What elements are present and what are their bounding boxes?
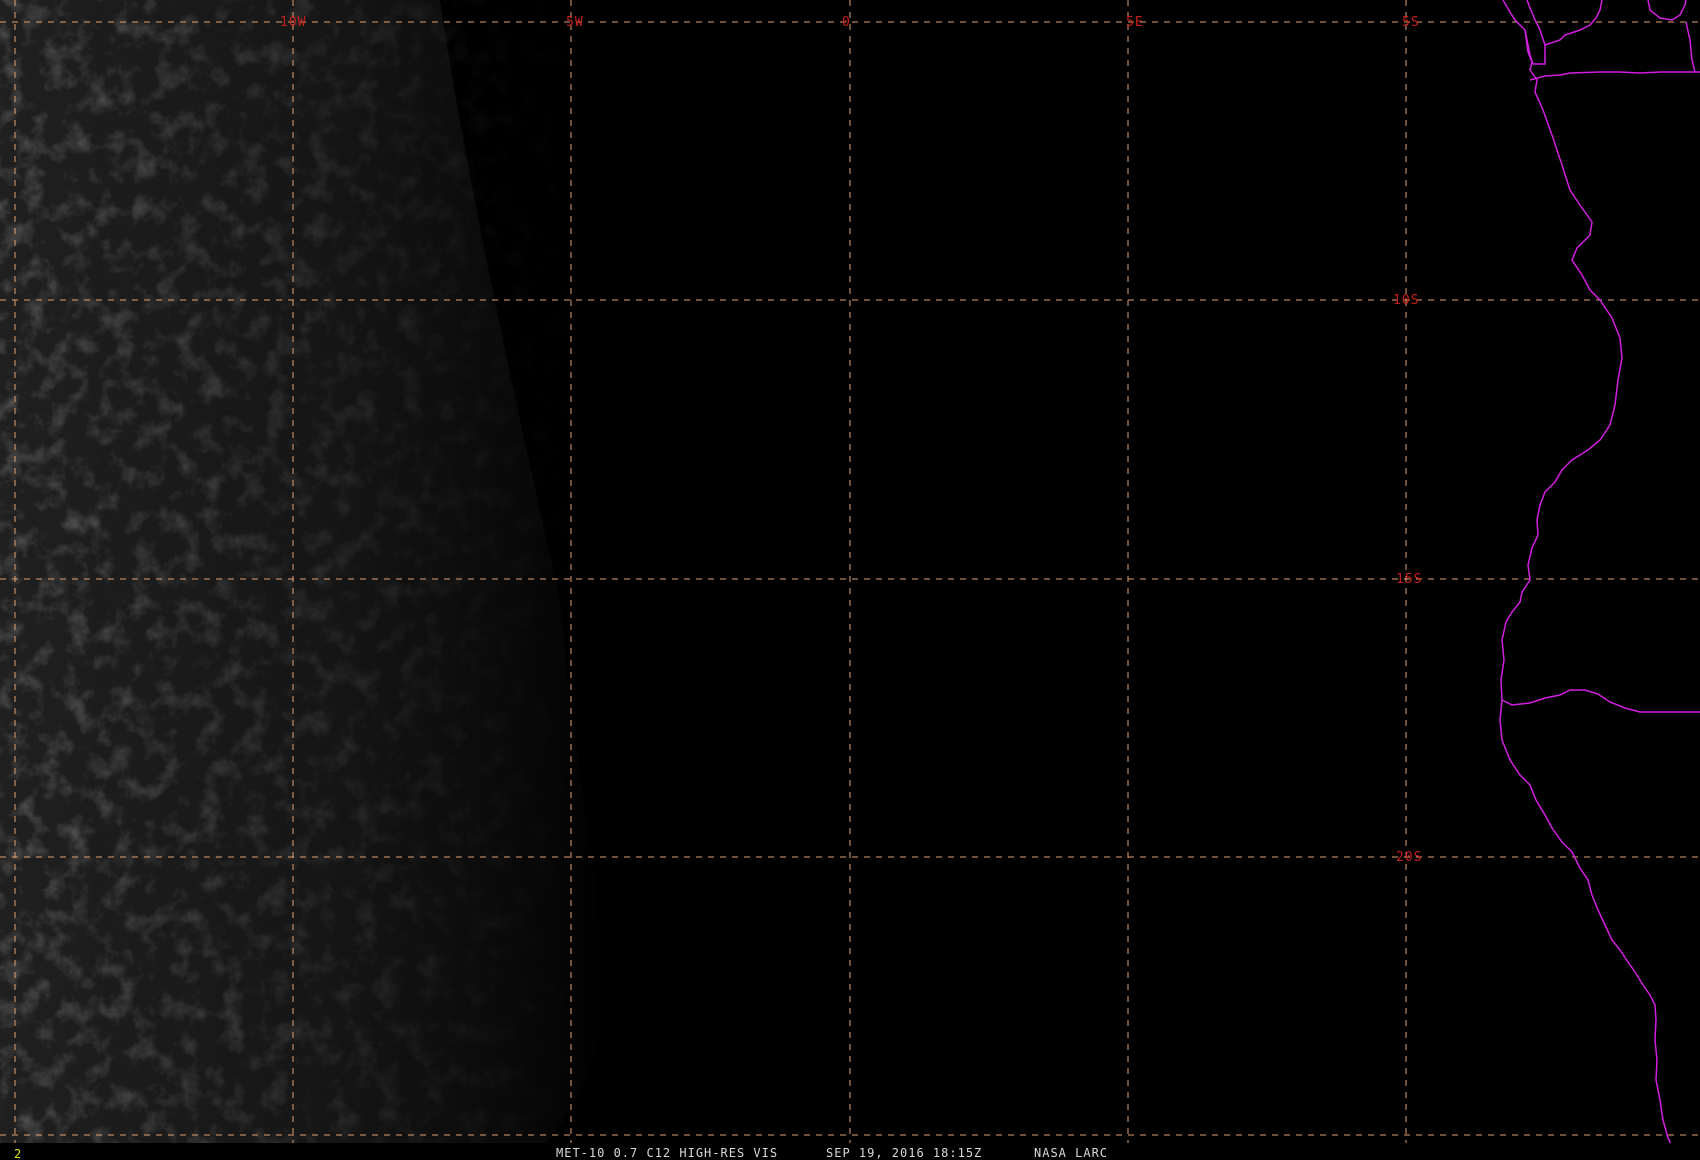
cloud-imagery (0, 0, 610, 1150)
longitude-label: 5E (1126, 15, 1144, 30)
latitude-label: 20S (1396, 850, 1422, 865)
frame-number: 2 (14, 1147, 22, 1160)
longitude-label: 5W (566, 15, 584, 30)
product-name: MET-10 0.7 C12 HIGH-RES VIS (556, 1146, 778, 1160)
image-datetime: SEP 19, 2016 18:15Z (826, 1146, 982, 1160)
latitude-label: 10S (1393, 293, 1419, 308)
latitude-label: 15S (1396, 572, 1422, 587)
image-source: NASA LARC (1034, 1146, 1108, 1160)
latitude-label: 5S (1402, 15, 1420, 30)
longitude-label: 10W (280, 15, 306, 30)
longitude-label: 0 (842, 15, 851, 30)
satellite-image-map: 10W 5W 0 5E 5S 10S 15S 20S 2 MET-10 0.7 … (0, 0, 1700, 1160)
